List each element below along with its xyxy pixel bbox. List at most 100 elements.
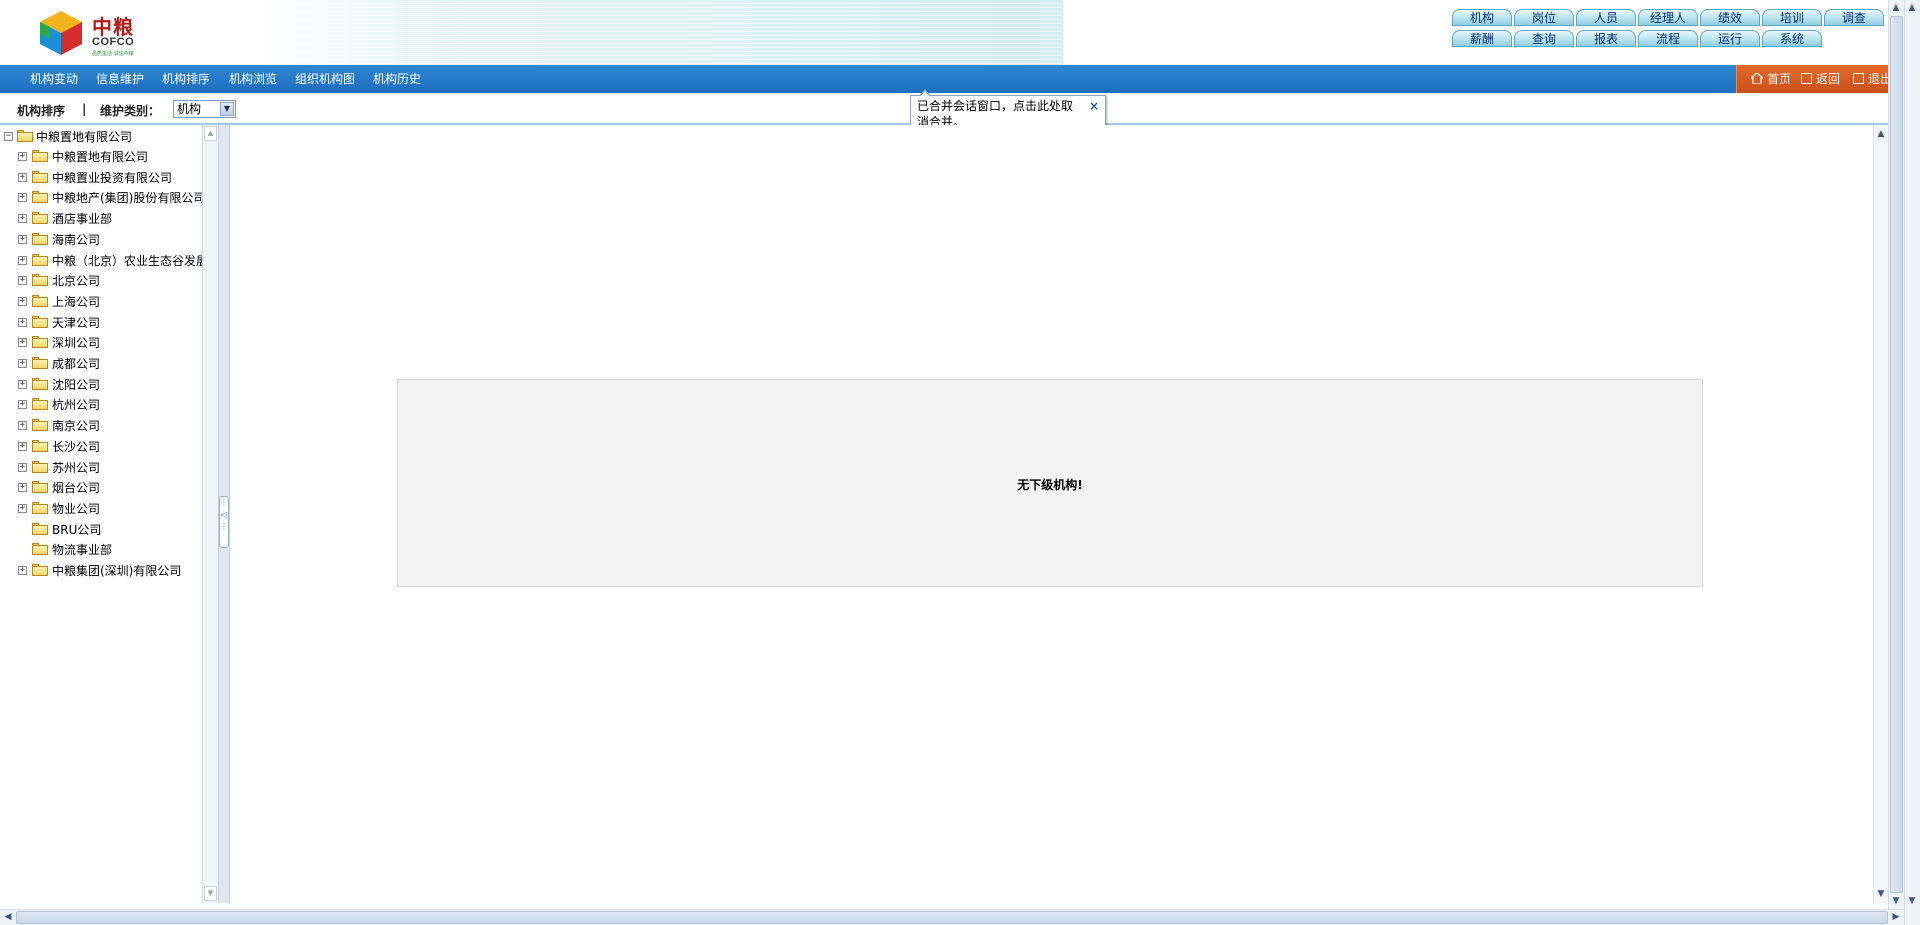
tree-node-label: 上海公司 <box>52 294 101 309</box>
maintain-type-select[interactable]: 机构 ▼ <box>173 100 236 118</box>
menu-org-change[interactable]: 机构变动 <box>30 65 78 93</box>
cofco-logo: 中粮 COFCO 品质生活 诚信中粮 <box>38 9 148 59</box>
plus-box-icon[interactable]: + <box>18 338 27 348</box>
page-vertical-scrollbar[interactable]: ▲ ▼ <box>1888 0 1904 909</box>
home-icon <box>1749 72 1765 85</box>
nav-performance[interactable]: 绩效 <box>1700 9 1760 26</box>
scroll-up-icon[interactable]: ▲ <box>1905 1 1919 15</box>
tree-node-label: 海南公司 <box>52 232 101 247</box>
tree-node-label: 中粮置业投资有限公司 <box>52 170 173 185</box>
folder-icon <box>32 150 48 162</box>
scroll-down-icon[interactable]: ▼ <box>1889 894 1903 908</box>
folder-icon <box>32 170 48 183</box>
tree-root-label: 中粮置地有限公司 <box>36 130 133 144</box>
logout-link[interactable]: 退出 <box>1853 65 1892 93</box>
tree-node-label: 酒店事业部 <box>52 212 113 227</box>
nav-report[interactable]: 报表 <box>1576 30 1636 47</box>
folder-icon <box>32 398 48 411</box>
cofco-cube-icon <box>40 11 82 55</box>
scroll-up-icon[interactable]: ▲ <box>1889 1 1903 15</box>
right-action-bar: 首页 返回 退出 <box>1736 65 1905 94</box>
nav-training[interactable]: 培训 <box>1762 9 1822 26</box>
tree-node-label: 物流事业部 <box>52 543 113 558</box>
plus-box-icon[interactable]: + <box>18 214 27 224</box>
tree-scrollbar[interactable]: ▲ ▼ <box>202 125 218 903</box>
plus-box-icon[interactable]: + <box>18 255 27 265</box>
plus-box-icon[interactable]: + <box>18 359 27 368</box>
scroll-left-icon[interactable]: ◀ <box>1 910 15 924</box>
scroll-right-icon[interactable]: ▶ <box>1889 910 1903 924</box>
folder-icon <box>32 439 48 452</box>
folder-icon <box>17 130 33 142</box>
logout-icon <box>1853 73 1864 84</box>
home-link[interactable]: 首页 <box>1749 65 1791 93</box>
plus-box-icon[interactable]: + <box>18 566 27 575</box>
back-label: 返回 <box>1816 72 1841 86</box>
plus-box-icon[interactable]: + <box>18 276 27 286</box>
menu-org-browse[interactable]: 机构浏览 <box>229 65 277 93</box>
window-vertical-scrollbar[interactable]: ▲ ▼ <box>1904 0 1920 925</box>
tree-node-label: 烟台公司 <box>52 481 101 496</box>
folder-icon <box>32 377 48 390</box>
empty-message: 无下级机构! <box>1017 478 1083 492</box>
scroll-down-icon[interactable]: ▼ <box>1874 887 1888 901</box>
maintain-type-value: 机构 <box>177 102 202 116</box>
plus-box-icon[interactable]: + <box>18 462 27 472</box>
vertical-scroll-thumb[interactable] <box>1890 16 1903 893</box>
plus-box-icon[interactable]: + <box>18 441 27 451</box>
plus-box-icon[interactable]: + <box>18 234 27 244</box>
nav-operation[interactable]: 运行 <box>1700 30 1760 47</box>
page-horizontal-scrollbar[interactable]: ◀ ▶ <box>0 909 1904 925</box>
nav-position[interactable]: 岗位 <box>1514 9 1574 26</box>
plus-box-icon[interactable]: + <box>18 483 27 493</box>
menu-org-history[interactable]: 机构历史 <box>373 65 421 93</box>
scroll-down-icon[interactable]: ▼ <box>204 886 217 901</box>
top-module-nav: 机构 岗位 人员 经理人 绩效 培训 调查 薪酬 查询 报表 流程 运行 系统 <box>1452 9 1892 53</box>
plus-box-icon[interactable]: + <box>18 503 27 513</box>
scroll-down-icon[interactable]: ▼ <box>1905 894 1919 908</box>
tooltip-tail-inner <box>920 91 930 97</box>
tree-node-label: 中粮（北京）农业生态谷发展 <box>52 253 202 268</box>
folder-icon <box>32 460 48 473</box>
plus-box-icon[interactable]: + <box>18 172 27 182</box>
plus-box-icon[interactable]: + <box>18 193 27 203</box>
folder-icon <box>32 357 48 369</box>
collapse-panel-handle[interactable]: ⋮ ◁ ⋮ <box>219 496 229 548</box>
scroll-up-icon[interactable]: ▲ <box>1874 127 1888 141</box>
nav-system[interactable]: 系统 <box>1762 30 1822 47</box>
folder-icon <box>32 336 48 349</box>
menu-info-maintain[interactable]: 信息维护 <box>96 65 144 93</box>
nav-org[interactable]: 机构 <box>1452 9 1512 26</box>
folder-icon <box>32 501 48 514</box>
tree-node-label: 长沙公司 <box>52 439 101 454</box>
minus-box-icon[interactable]: − <box>4 132 13 141</box>
nav-manager[interactable]: 经理人 <box>1638 9 1698 26</box>
tree-node-label: 中粮置地有限公司 <box>52 150 149 164</box>
horizontal-scroll-thumb[interactable] <box>16 911 1888 924</box>
menu-org-sort[interactable]: 机构排序 <box>162 65 210 93</box>
menu-org-chart[interactable]: 组织机构图 <box>295 65 355 93</box>
nav-query[interactable]: 查询 <box>1514 30 1574 47</box>
nav-workflow[interactable]: 流程 <box>1638 30 1698 47</box>
nav-salary[interactable]: 薪酬 <box>1452 30 1512 47</box>
chevron-down-icon[interactable]: ▼ <box>220 102 234 116</box>
tree-node-label: 杭州公司 <box>52 398 101 413</box>
close-icon[interactable]: × <box>1089 98 1099 114</box>
folder-icon <box>32 543 48 556</box>
plus-box-icon[interactable]: + <box>18 379 27 389</box>
plus-box-icon[interactable]: + <box>18 152 27 161</box>
scroll-up-icon[interactable]: ▲ <box>204 126 217 141</box>
folder-icon <box>32 253 48 266</box>
plus-box-icon[interactable]: + <box>18 317 27 327</box>
panel-splitter[interactable]: ⋮ ◁ ⋮ <box>218 125 230 903</box>
nav-personnel[interactable]: 人员 <box>1576 9 1636 26</box>
nav-survey[interactable]: 调查 <box>1824 9 1884 26</box>
plus-box-icon[interactable]: + <box>18 296 27 306</box>
main-scrollbar[interactable]: ▲ ▼ <box>1873 125 1888 903</box>
folder-icon <box>32 212 48 225</box>
plus-box-icon[interactable]: + <box>18 400 27 410</box>
tree-node-label: 中粮地产(集团)股份有限公司 <box>52 191 202 206</box>
back-link[interactable]: 返回 <box>1801 65 1840 93</box>
tree-node-label: 天津公司 <box>52 315 101 330</box>
plus-box-icon[interactable]: + <box>18 421 27 431</box>
